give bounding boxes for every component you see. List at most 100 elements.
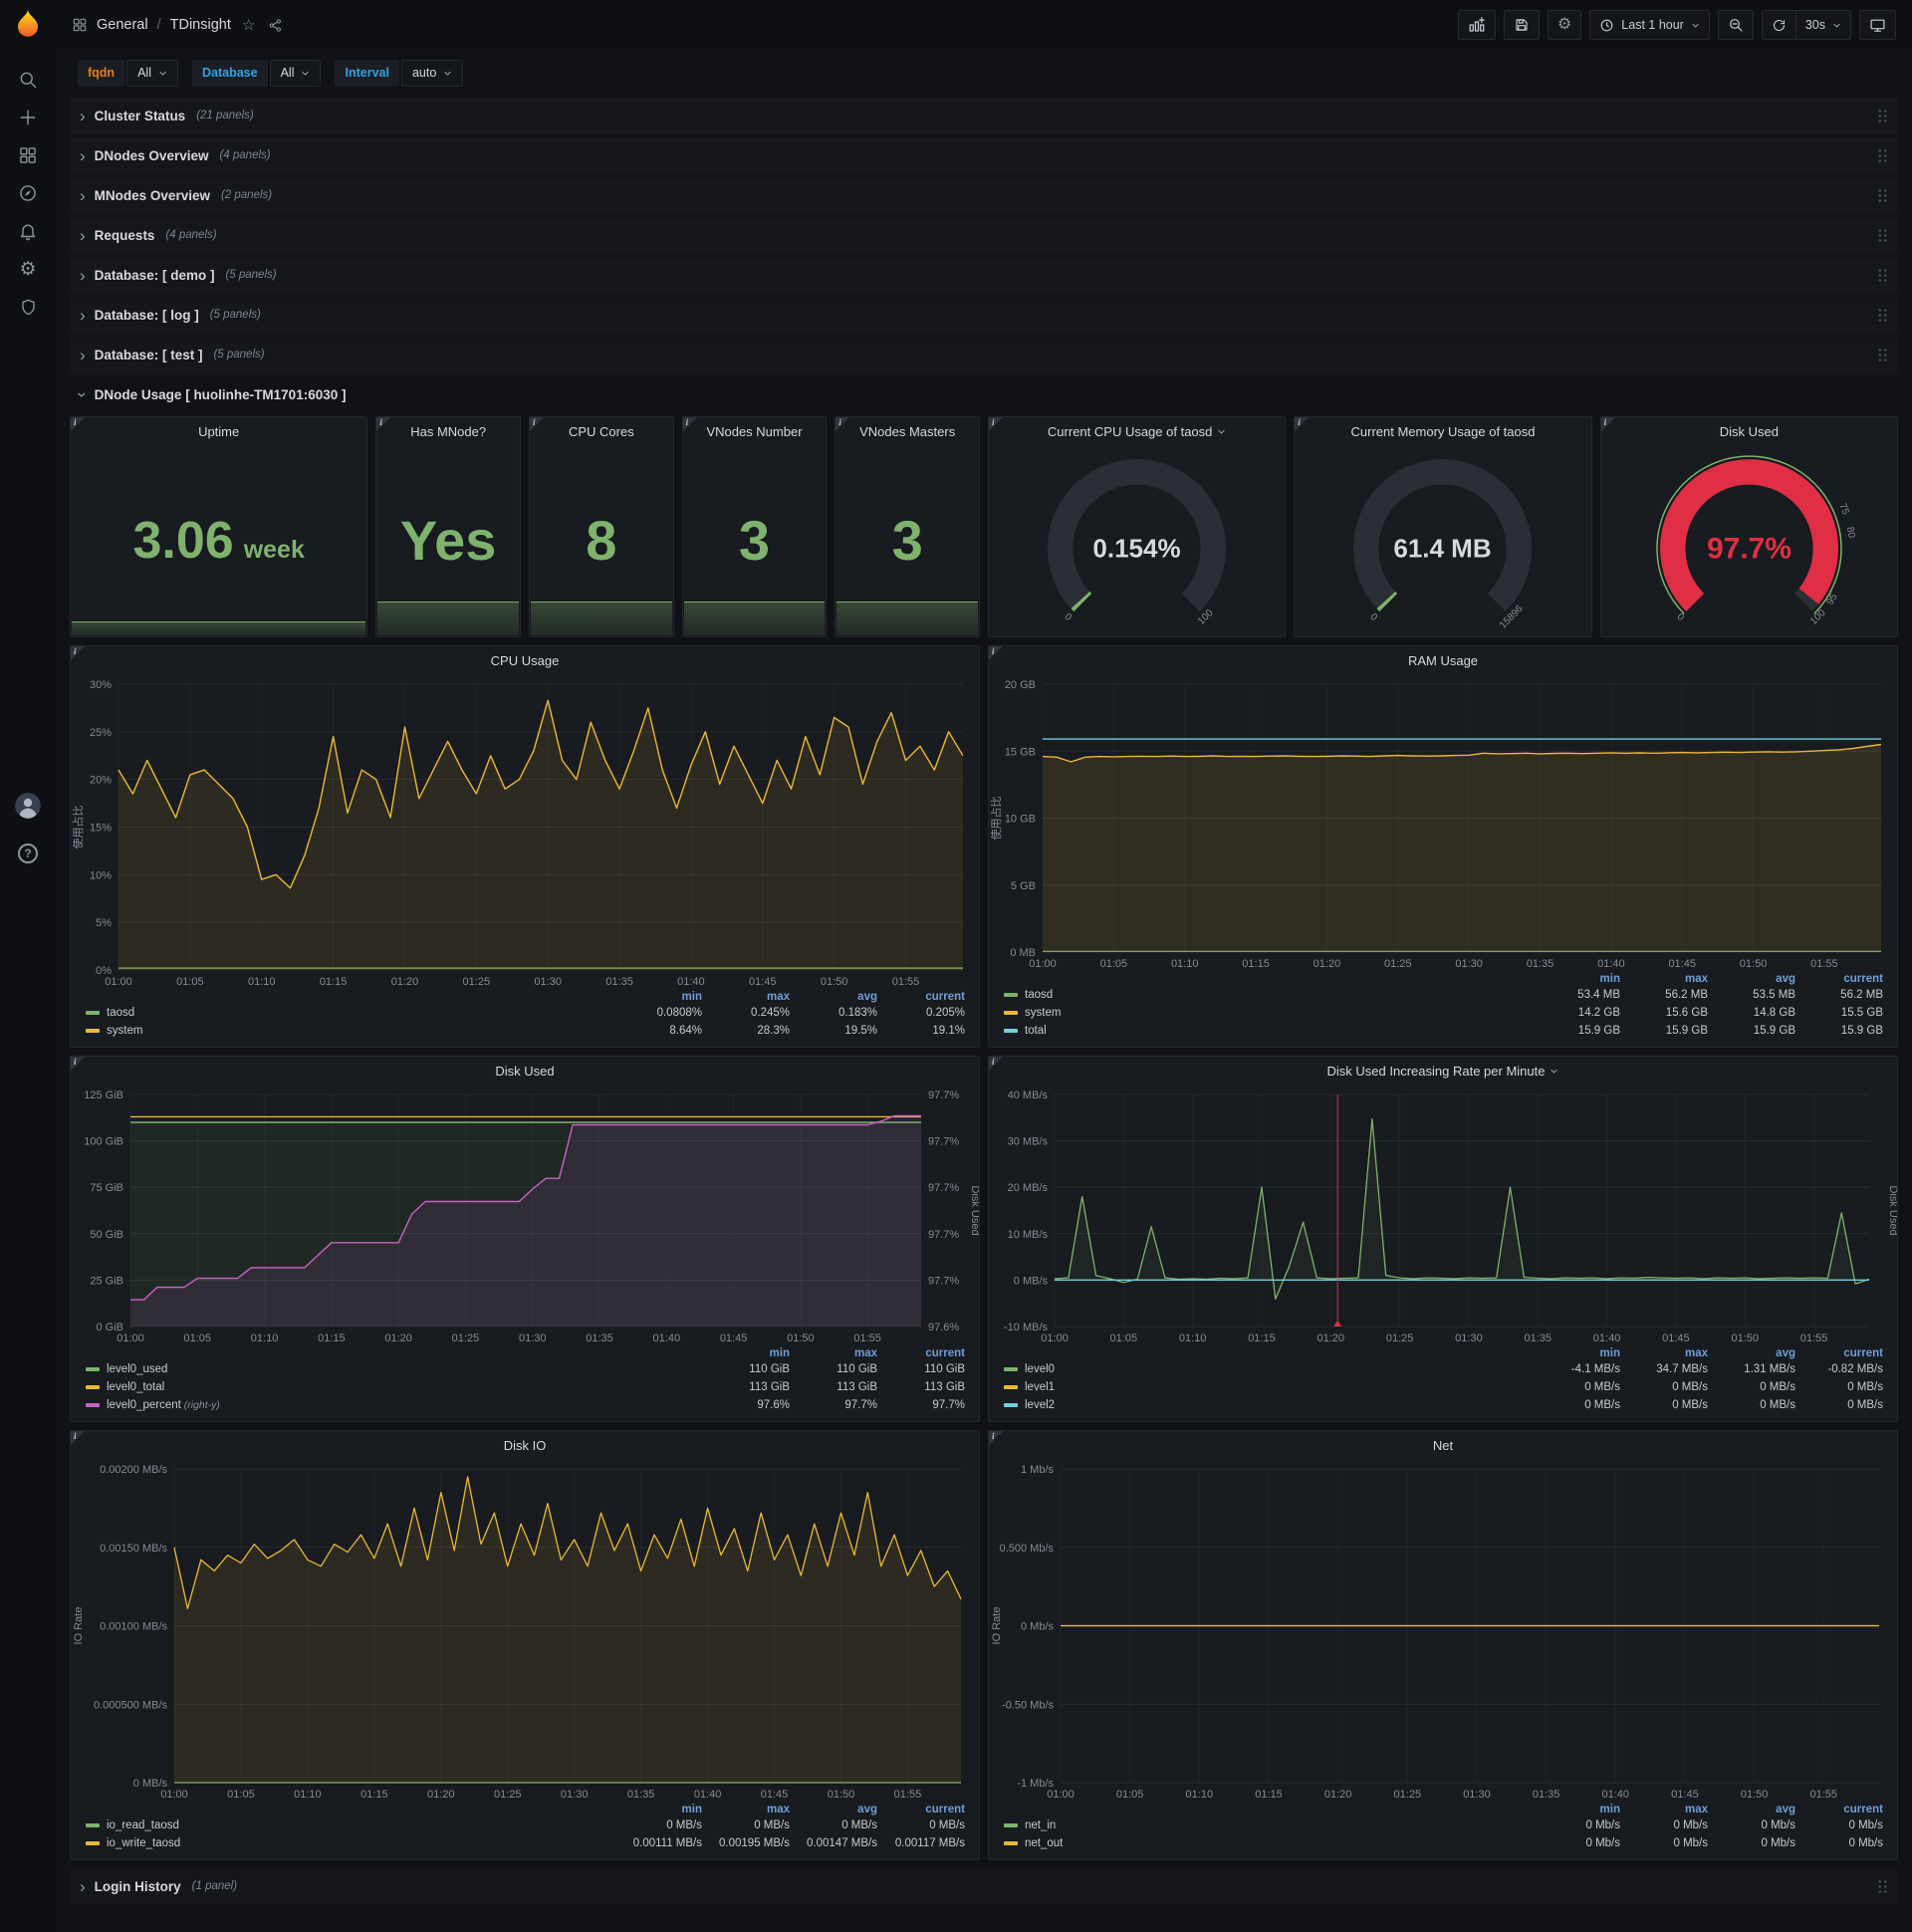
panel-title-vnodes-number[interactable]: VNodes Number xyxy=(683,417,827,445)
series-color-swatch[interactable] xyxy=(86,1384,100,1389)
series-color-swatch[interactable] xyxy=(1004,992,1018,997)
panel-title-cpu-cores[interactable]: CPU Cores xyxy=(530,417,673,445)
grafana-logo[interactable] xyxy=(13,8,43,43)
dashboard-row-login-history[interactable]: › Login History (1 panel) xyxy=(70,1868,1898,1904)
panel-menu-caret-icon[interactable] xyxy=(1550,1067,1558,1076)
chart-disk-rate[interactable]: -10 MB/s0 MB/s10 MB/s20 MB/s30 MB/s40 MB… xyxy=(989,1085,1897,1346)
panel-info-icon[interactable]: i xyxy=(682,417,697,431)
panel-title-has-mnode[interactable]: Has MNode? xyxy=(376,417,520,445)
legend-sort-max[interactable]: max xyxy=(1622,1803,1710,1816)
dashboard-row-mnodes-overview[interactable]: › MNodes Overview (2 panels) xyxy=(70,177,1898,213)
legend-sort-min[interactable]: min xyxy=(1535,972,1622,986)
series-color-swatch[interactable] xyxy=(86,1028,100,1033)
variable-fqdn-dropdown[interactable]: All xyxy=(126,59,178,87)
cpu-usage-plot[interactable]: 0% 5% 10% 15% 20% 25% 30% 01:00 01:05 01:10 01:15 0… xyxy=(71,674,979,990)
legend-series-taosd[interactable]: taosd xyxy=(1002,986,1535,1004)
disk-rate-plot[interactable]: -10 MB/s 0 MB/s 10 MB/s 20 MB/s 30 MB/s 40 MB… xyxy=(989,1085,1897,1346)
series-color-swatch[interactable] xyxy=(86,1822,100,1827)
legend-series-net_out[interactable]: net_out xyxy=(1002,1834,1535,1852)
add-panel-button[interactable] xyxy=(1457,10,1496,40)
row-drag-handle[interactable] xyxy=(1877,227,1888,243)
share-dashboard-button[interactable] xyxy=(266,16,285,35)
series-color-swatch[interactable] xyxy=(86,1840,100,1845)
panel-title-net-chart[interactable]: Net xyxy=(989,1431,1897,1459)
legend-series-system[interactable]: system xyxy=(84,1022,616,1040)
variable-database-dropdown[interactable]: All xyxy=(269,59,322,87)
legend-sort-avg[interactable]: avg xyxy=(1710,1346,1797,1360)
sidebar-item-explore[interactable] xyxy=(9,176,47,210)
legend-series-level0_percent[interactable]: level0_percent (right-y) xyxy=(84,1396,704,1414)
refresh-interval-dropdown[interactable]: 30s xyxy=(1795,10,1851,40)
breadcrumb-folder[interactable]: General xyxy=(97,17,148,33)
save-dashboard-button[interactable] xyxy=(1503,10,1540,40)
disk-io-plot[interactable]: 0 MB/s 0.000500 MB/s 0.00100 MB/s 0.00150 M… xyxy=(71,1459,979,1803)
dashboard-settings-button[interactable]: ⚙ xyxy=(1547,10,1582,40)
legend-sort-min[interactable]: min xyxy=(1535,1346,1622,1360)
chart-disk-used[interactable]: 0 GiB 97.6%25 GiB 97.7%50 GiB 97.7%75 GiB 97… xyxy=(71,1085,979,1346)
panel-title-disk-used[interactable]: Disk Used xyxy=(1601,417,1897,445)
panel-title-current-memory-usage[interactable]: Current Memory Usage of taosd xyxy=(1295,417,1590,445)
row-drag-handle[interactable] xyxy=(1877,347,1888,362)
legend-series-level2[interactable]: level2 xyxy=(1002,1396,1535,1414)
cycle-view-button[interactable] xyxy=(1859,10,1896,40)
dashboard-row-requests[interactable]: › Requests (4 panels) xyxy=(70,217,1898,253)
row-drag-handle[interactable] xyxy=(1877,1878,1888,1894)
legend-series-net_in[interactable]: net_in xyxy=(1002,1816,1535,1834)
panel-title-ram-usage-chart[interactable]: RAM Usage xyxy=(989,646,1897,674)
star-dashboard-button[interactable]: ☆ xyxy=(240,14,257,36)
panel-info-icon[interactable]: i xyxy=(376,417,391,431)
legend-sort-avg[interactable]: avg xyxy=(1710,972,1797,986)
legend-series-level1[interactable]: level1 xyxy=(1002,1378,1535,1396)
series-color-swatch[interactable] xyxy=(1004,1028,1018,1033)
series-color-swatch[interactable] xyxy=(1004,1384,1018,1389)
chart-cpu-usage[interactable]: 0%5%10%15%20%25%30%01:00 01:05 01:10 01:15 0… xyxy=(71,674,979,990)
legend-sort-min[interactable]: min xyxy=(1535,1803,1622,1816)
chart-ram-usage[interactable]: 0 MB5 GB10 GB15 GB20 GB01:00 01:05 01:10 01… xyxy=(989,674,1897,972)
panel-info-icon[interactable]: i xyxy=(989,417,1003,431)
legend-sort-current[interactable]: current xyxy=(879,1346,967,1360)
series-color-swatch[interactable] xyxy=(1004,1366,1018,1371)
legend-sort-min[interactable]: min xyxy=(704,1346,792,1360)
series-color-swatch[interactable] xyxy=(1004,1822,1018,1827)
legend-sort-current[interactable]: current xyxy=(1797,972,1885,986)
legend-sort-avg[interactable]: avg xyxy=(792,990,879,1004)
legend-sort-max[interactable]: max xyxy=(704,990,792,1004)
panel-title-uptime[interactable]: Uptime xyxy=(71,417,366,445)
legend-series-taosd[interactable]: taosd xyxy=(84,1004,616,1022)
dashboard-row-database-test[interactable]: › Database: [ test ] (5 panels) xyxy=(70,337,1898,372)
help-button[interactable]: ? xyxy=(9,837,47,870)
panel-info-icon[interactable]: i xyxy=(989,646,1003,660)
panel-info-icon[interactable]: i xyxy=(530,417,544,431)
legend-sort-current[interactable]: current xyxy=(1797,1803,1885,1816)
panel-info-icon[interactable]: i xyxy=(71,417,85,431)
row-drag-handle[interactable] xyxy=(1877,108,1888,123)
legend-sort-min[interactable]: min xyxy=(616,990,704,1004)
chart-net[interactable]: -1 Mb/s-0.50 Mb/s0 Mb/s0.500 Mb/s1 Mb/s0… xyxy=(989,1459,1897,1803)
legend-series-io_write_taosd[interactable]: io_write_taosd xyxy=(84,1834,616,1852)
refresh-button[interactable] xyxy=(1761,10,1796,40)
sidebar-item-server-admin[interactable] xyxy=(9,290,47,324)
panel-title-current-cpu-usage[interactable]: Current CPU Usage of taosd xyxy=(989,417,1285,445)
row-drag-handle[interactable] xyxy=(1877,307,1888,323)
legend-sort-current[interactable]: current xyxy=(879,1803,967,1816)
legend-sort-max[interactable]: max xyxy=(792,1346,879,1360)
dashboard-row-dnodes-overview[interactable]: › DNodes Overview (4 panels) xyxy=(70,137,1898,173)
panel-menu-caret-icon[interactable] xyxy=(1217,427,1226,436)
series-color-swatch[interactable] xyxy=(86,1366,100,1371)
legend-series-level0_used[interactable]: level0_used xyxy=(84,1360,704,1378)
series-color-swatch[interactable] xyxy=(1004,1840,1018,1845)
legend-sort-min[interactable]: min xyxy=(616,1803,704,1816)
ram-usage-plot[interactable]: 0 MB 5 GB 10 GB 15 GB 20 GB 01:00 01:05 01:10 01… xyxy=(989,674,1897,972)
dashboard-row-cluster-status[interactable]: › Cluster Status (21 panels) xyxy=(70,98,1898,133)
panel-info-icon[interactable]: i xyxy=(836,417,850,431)
row-drag-handle[interactable] xyxy=(1877,267,1888,283)
chart-disk-io[interactable]: 0 MB/s0.000500 MB/s0.00100 MB/s0.00150 M… xyxy=(71,1459,979,1803)
legend-sort-max[interactable]: max xyxy=(1622,1346,1710,1360)
legend-sort-current[interactable]: current xyxy=(1797,1346,1885,1360)
panel-title-disk-io-chart[interactable]: Disk IO xyxy=(71,1431,979,1459)
series-color-swatch[interactable] xyxy=(1004,1010,1018,1015)
zoom-out-button[interactable] xyxy=(1717,10,1754,40)
net-plot[interactable]: -1 Mb/s -0.50 Mb/s 0 Mb/s 0.500 Mb/s 1 Mb/s 0… xyxy=(989,1459,1897,1803)
dashboard-row-database-log[interactable]: › Database: [ log ] (5 panels) xyxy=(70,297,1898,333)
legend-series-system[interactable]: system xyxy=(1002,1004,1535,1022)
